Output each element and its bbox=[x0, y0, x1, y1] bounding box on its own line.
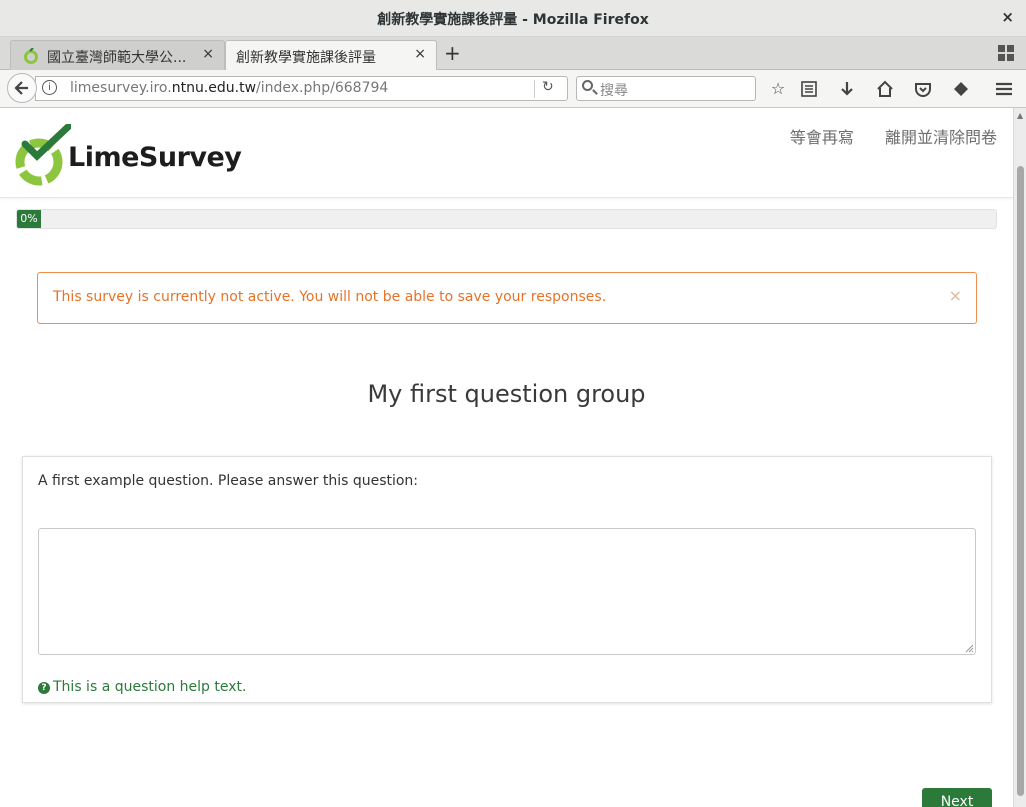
url-text[interactable]: limesurvey.iro.ntnu.edu.tw/index.php/668… bbox=[70, 80, 388, 96]
back-arrow-icon bbox=[14, 81, 28, 95]
url-path: /index.php/668794 bbox=[256, 80, 389, 96]
next-button[interactable]: Next bbox=[922, 788, 992, 807]
tab-close-icon[interactable]: × bbox=[202, 46, 214, 62]
page-scrollbar[interactable]: ▲ bbox=[1013, 108, 1026, 807]
title-bar: 創新教學實施課後評量 - Mozilla Firefox × bbox=[0, 0, 1026, 37]
alert-message: This survey is currently not active. You… bbox=[53, 289, 607, 305]
search-placeholder: 搜尋 bbox=[600, 83, 628, 99]
home-icon[interactable] bbox=[874, 78, 896, 100]
info-icon[interactable]: i bbox=[42, 80, 57, 95]
scrollbar-thumb[interactable] bbox=[1017, 166, 1024, 796]
tab-list-icon[interactable] bbox=[998, 45, 1014, 61]
resize-grip-icon[interactable] bbox=[965, 644, 974, 653]
reload-icon[interactable]: ↻ bbox=[542, 79, 554, 95]
sync-icon[interactable] bbox=[950, 78, 972, 100]
window-close-button[interactable]: × bbox=[1001, 8, 1014, 26]
back-button[interactable] bbox=[7, 73, 37, 103]
bookmark-star-icon[interactable]: ☆ bbox=[767, 78, 789, 100]
reader-list-icon[interactable] bbox=[798, 78, 820, 100]
limesurvey-logo[interactable]: LimeSurvey bbox=[15, 124, 242, 186]
tab-survey[interactable]: 創新教學實施課後評量 × bbox=[225, 40, 437, 70]
site-header: LimeSurvey 等會再寫 離開並清除問卷 bbox=[0, 108, 1013, 198]
alert-close-icon[interactable]: × bbox=[949, 286, 962, 305]
progress-bar: 0% bbox=[16, 209, 997, 229]
limesurvey-logo-icon bbox=[15, 124, 71, 186]
tab-label: 創新教學實施課後評量 bbox=[236, 50, 376, 66]
resume-later-link[interactable]: 等會再寫 bbox=[790, 128, 854, 147]
downloads-icon[interactable] bbox=[836, 78, 858, 100]
pocket-icon[interactable] bbox=[912, 78, 934, 100]
tab-strip: 國立臺灣師範大學公... × 創新教學實施課後評量 × bbox=[0, 37, 1026, 70]
window-title: 創新教學實施課後評量 - Mozilla Firefox bbox=[377, 12, 649, 28]
hamburger-menu-icon[interactable] bbox=[993, 78, 1015, 100]
scroll-up-icon[interactable]: ▲ bbox=[1017, 111, 1023, 120]
tab-close-icon[interactable]: × bbox=[414, 46, 426, 62]
url-prefix: limesurvey.iro. bbox=[70, 80, 172, 96]
url-bar[interactable]: i limesurvey.iro.ntnu.edu.tw/index.php/6… bbox=[35, 76, 568, 101]
header-links: 等會再寫 離開並清除問卷 bbox=[764, 124, 997, 148]
logo-text: LimeSurvey bbox=[68, 142, 242, 173]
new-tab-button[interactable]: + bbox=[444, 41, 461, 65]
progress-fill: 0% bbox=[17, 210, 41, 228]
url-domain: ntnu.edu.tw bbox=[171, 80, 257, 96]
survey-page: LimeSurvey 等會再寫 離開並清除問卷 0% This survey i… bbox=[0, 108, 1013, 807]
search-bar[interactable]: 搜尋 bbox=[576, 76, 756, 101]
tab-label: 國立臺灣師範大學公... bbox=[47, 50, 187, 66]
tab-ntnu[interactable]: 國立臺灣師範大學公... × bbox=[10, 40, 225, 70]
navigation-bar: i limesurvey.iro.ntnu.edu.tw/index.php/6… bbox=[0, 70, 1026, 108]
search-icon bbox=[582, 80, 593, 91]
help-text: This is a question help text. bbox=[53, 679, 247, 695]
group-title: My first question group bbox=[367, 380, 646, 408]
firefox-window: 創新教學實施課後評量 - Mozilla Firefox × 國立臺灣師範大學公… bbox=[0, 0, 1026, 807]
answer-textarea[interactable] bbox=[38, 528, 976, 655]
url-separator bbox=[534, 80, 535, 98]
exit-and-clear-link[interactable]: 離開並清除問卷 bbox=[885, 128, 997, 147]
inactive-survey-alert: This survey is currently not active. You… bbox=[37, 272, 977, 324]
question-help: ? This is a question help text. bbox=[38, 679, 246, 695]
lime-favicon-icon bbox=[24, 48, 38, 64]
help-question-icon: ? bbox=[38, 682, 50, 694]
question-text: A first example question. Please answer … bbox=[38, 473, 419, 489]
question-card: A first example question. Please answer … bbox=[22, 456, 992, 703]
